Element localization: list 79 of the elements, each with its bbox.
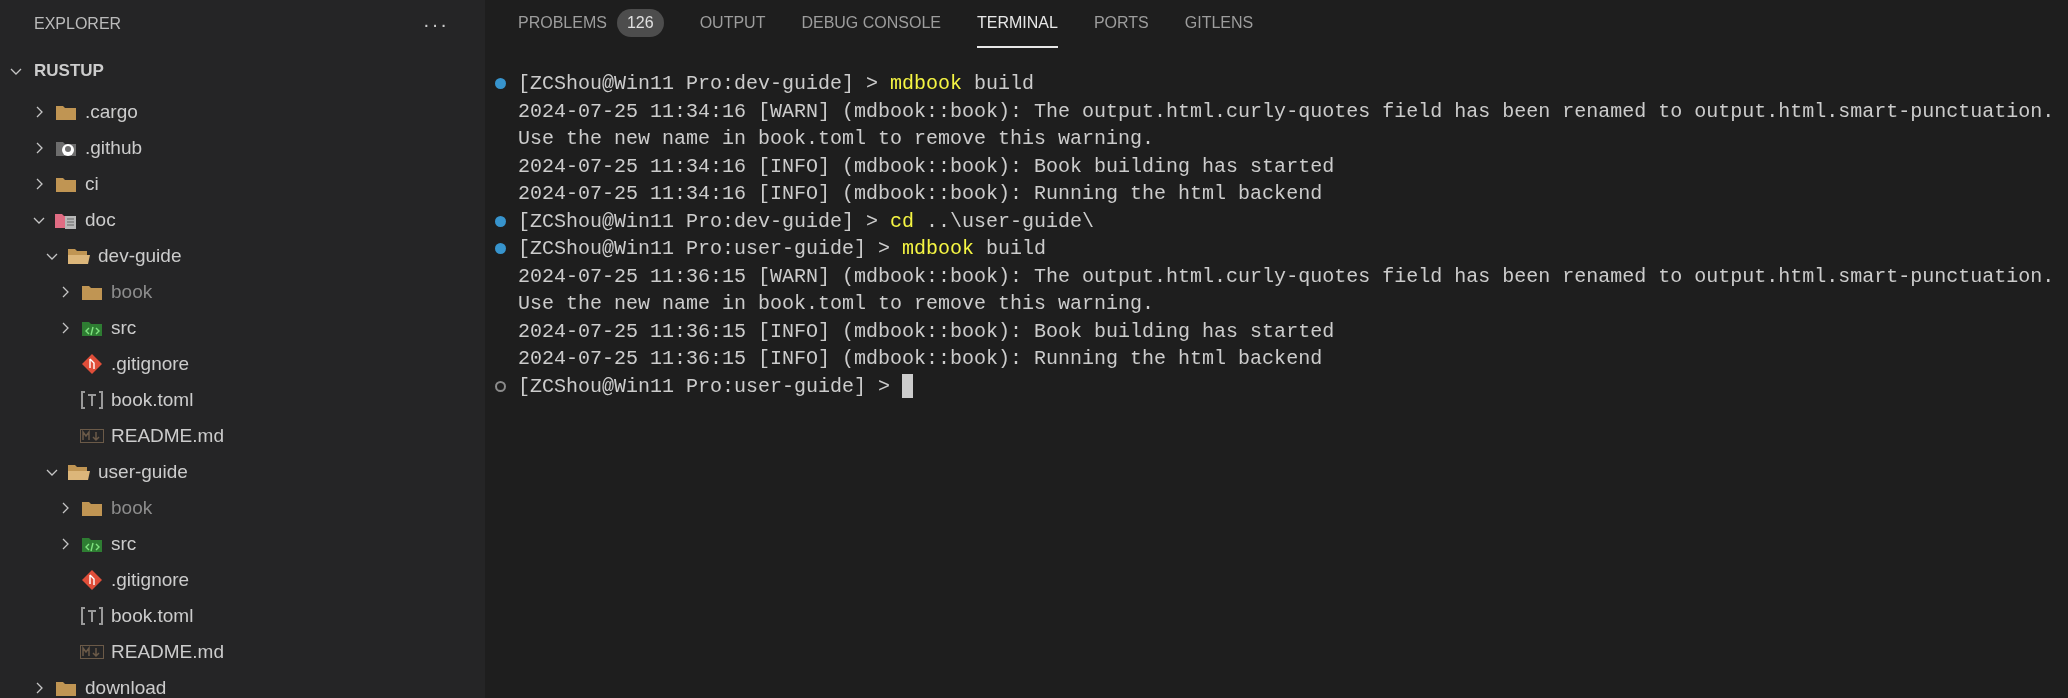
folder-icon bbox=[81, 283, 103, 301]
command-name: cd bbox=[890, 208, 915, 235]
tree-item[interactable]: book bbox=[0, 490, 485, 526]
tree-item[interactable]: .github bbox=[0, 130, 485, 166]
folder-icon bbox=[55, 175, 77, 193]
terminal-output-line: 2024-07-25 11:34:16 [INFO] (mdbook::book): Running the html backend bbox=[518, 181, 1323, 207]
command-arguments: build bbox=[986, 236, 1047, 262]
tree-item-label: src bbox=[111, 315, 137, 340]
terminal-output-line: Use the new name in book.toml to remove this warning. bbox=[518, 126, 1155, 152]
code-folder-icon bbox=[81, 319, 103, 337]
tree-item[interactable]: doc bbox=[0, 202, 485, 238]
panel-tab[interactable]: PORTS bbox=[1093, 0, 1149, 48]
terminal-output-line: 2024-07-25 11:34:16 [WARN] (mdbook::book): The output.html.curly-quotes field has been renamed to output.html.smart-punctuation. bbox=[518, 98, 2055, 125]
tree-item-label: src bbox=[111, 531, 137, 556]
panel-tab[interactable]: PROBLEMS 126 bbox=[518, 0, 664, 48]
shell-prompt: [ZCShou@Win11 Pro:user-guide] > bbox=[518, 236, 891, 262]
panel-tab[interactable]: TERMINAL bbox=[977, 0, 1058, 48]
tree-item-label: .gitignore bbox=[111, 567, 190, 592]
tree-item[interactable]: book.toml bbox=[0, 382, 485, 418]
tree-item-label: doc bbox=[85, 207, 116, 232]
tree-item[interactable]: user-guide bbox=[0, 454, 485, 490]
tree-item[interactable]: README.md bbox=[0, 418, 485, 454]
open-folder-icon bbox=[67, 247, 91, 265]
tree-item[interactable]: download bbox=[0, 670, 485, 698]
tree-item[interactable]: .gitignore bbox=[0, 346, 485, 382]
shell-prompt: [ZCShou@Win11 Pro:dev-guide] > bbox=[518, 71, 879, 97]
git-icon bbox=[81, 353, 103, 375]
folder-icon bbox=[55, 103, 77, 121]
markdown-icon bbox=[80, 645, 104, 659]
folder-icon bbox=[55, 679, 77, 697]
tree-item-label: book.toml bbox=[111, 603, 194, 628]
bracket-t-icon bbox=[80, 390, 104, 410]
sidebar-title: EXPLORER bbox=[34, 14, 122, 34]
folder-icon bbox=[81, 499, 103, 517]
open-folder-icon bbox=[67, 463, 91, 481]
terminal-cursor bbox=[902, 374, 914, 399]
terminal-output-line: 2024-07-25 11:36:15 [WARN] (mdbook::book): The output.html.curly-quotes field has been renamed to output.html.smart-punctuation. bbox=[518, 263, 2055, 290]
project-header[interactable]: RUSTUP bbox=[0, 48, 485, 94]
tree-item[interactable]: ci bbox=[0, 166, 485, 202]
tree-item-label: book.toml bbox=[111, 387, 194, 412]
tree-item[interactable]: dev-guide bbox=[0, 238, 485, 274]
tree-item[interactable]: src bbox=[0, 310, 485, 346]
tree-item-label: .github bbox=[85, 135, 143, 160]
tree-item-label: download bbox=[85, 675, 167, 698]
tree-item-label: user-guide bbox=[98, 459, 188, 484]
terminal-output-line: 2024-07-25 11:36:15 [INFO] (mdbook::book): Running the html backend bbox=[518, 346, 1323, 372]
tree-item-label: book bbox=[111, 279, 153, 304]
count-badge: 126 bbox=[616, 9, 664, 37]
terminal-output-line: 2024-07-25 11:36:15 [INFO] (mdbook::book): Book building has started bbox=[518, 318, 1335, 345]
command-name: mdbook bbox=[902, 236, 975, 262]
panel-tab[interactable]: GITLENS bbox=[1184, 0, 1254, 48]
more-actions-button[interactable]: ··· bbox=[423, 9, 449, 39]
command-arguments: build bbox=[974, 71, 1035, 97]
panel-tab[interactable]: DEBUG CONSOLE bbox=[801, 0, 941, 48]
tree-item[interactable]: .gitignore bbox=[0, 562, 485, 598]
tree-item-label: README.md bbox=[111, 639, 224, 664]
terminal-output-line: 2024-07-25 11:34:16 [INFO] (mdbook::book): Book building has started bbox=[518, 153, 1335, 180]
tree-item-label: .gitignore bbox=[111, 351, 190, 376]
project-name: RUSTUP bbox=[34, 60, 104, 83]
tree-item[interactable]: .cargo bbox=[0, 94, 485, 130]
shell-prompt: [ZCShou@Win11 Pro:user-guide] > bbox=[518, 373, 891, 400]
tree-item-label: dev-guide bbox=[98, 243, 182, 268]
tree-item[interactable]: README.md bbox=[0, 634, 485, 670]
terminal-output-line: Use the new name in book.toml to remove this warning. bbox=[518, 291, 1155, 317]
tree-item[interactable]: book bbox=[0, 274, 485, 310]
command-arguments: ..\user-guide\ bbox=[926, 208, 1095, 235]
tree-item[interactable]: src bbox=[0, 526, 485, 562]
tree-item-label: README.md bbox=[111, 423, 224, 448]
bracket-t-icon bbox=[80, 606, 104, 626]
markdown-icon bbox=[80, 429, 104, 443]
git-icon bbox=[81, 569, 103, 591]
panel-tab[interactable]: OUTPUT bbox=[699, 0, 766, 48]
shell-prompt: [ZCShou@Win11 Pro:dev-guide] > bbox=[518, 208, 879, 235]
tree-item-label: .cargo bbox=[85, 99, 138, 124]
tree-item-label: book bbox=[111, 495, 153, 520]
code-folder-icon bbox=[81, 535, 103, 553]
command-name: mdbook bbox=[890, 71, 963, 97]
tree-item-label: ci bbox=[85, 171, 99, 196]
tree-item[interactable]: book.toml bbox=[0, 598, 485, 634]
